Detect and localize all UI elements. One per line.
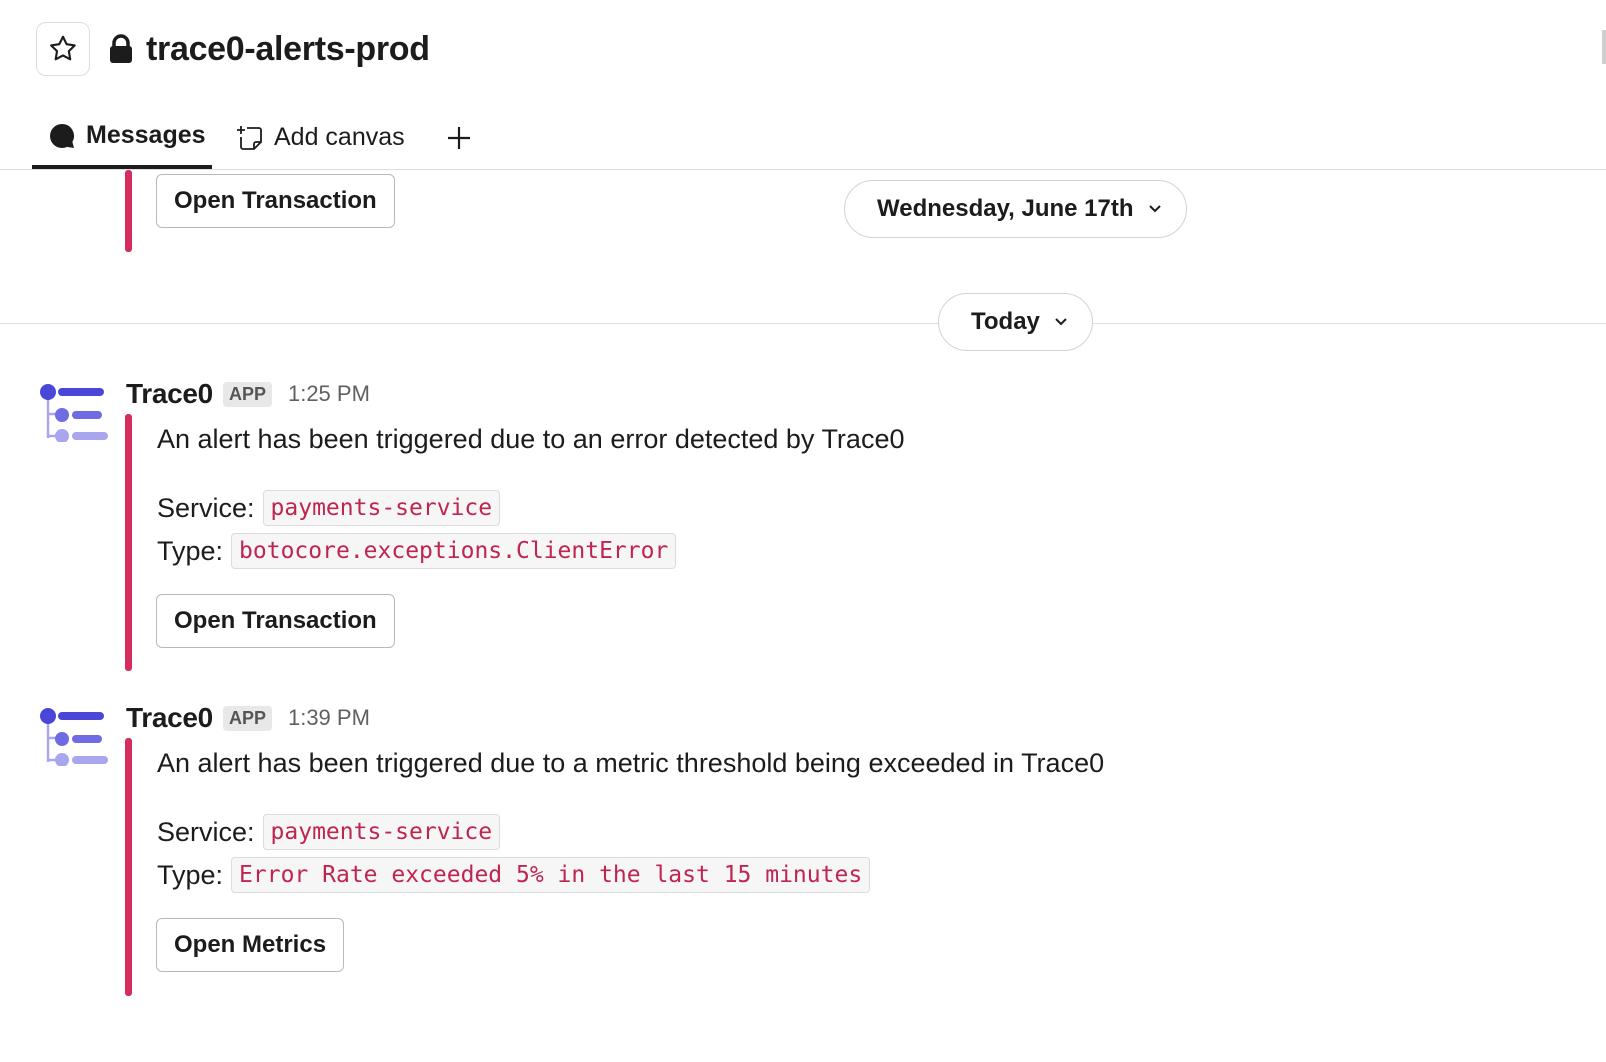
type-value: Error Rate exceeded 5% in the last 15 mi… — [231, 857, 871, 893]
message-bubble-icon — [48, 122, 76, 150]
button-label: Open Transaction — [174, 187, 377, 214]
add-tab-button[interactable] — [444, 106, 474, 169]
app-badge: APP — [222, 381, 272, 407]
button-label: Open Transaction — [174, 607, 377, 634]
message-text: An alert has been triggered due to a met… — [157, 748, 1105, 778]
lock-icon — [108, 33, 136, 65]
trace0-avatar-icon[interactable] — [38, 380, 110, 443]
message-timestamp[interactable]: 1:25 PM — [288, 381, 370, 407]
star-icon — [47, 33, 79, 65]
type-label: Type: — [157, 535, 224, 566]
star-channel-button[interactable] — [36, 22, 90, 76]
service-label: Service: — [157, 816, 255, 847]
open-transaction-button[interactable]: Open Transaction — [156, 594, 395, 648]
message-header: Trace0 APP 1:25 PM — [126, 377, 370, 411]
plus-icon — [446, 125, 472, 151]
type-field: Type: botocore.exceptions.ClientError — [157, 531, 677, 571]
type-value: botocore.exceptions.ClientError — [231, 533, 677, 569]
service-value: payments-service — [262, 490, 501, 526]
tab-add-canvas[interactable]: Add canvas — [236, 106, 405, 169]
sender-name[interactable]: Trace0 — [126, 702, 213, 734]
date-label: Wednesday, June 17th — [877, 195, 1134, 222]
message-timestamp[interactable]: 1:39 PM — [288, 705, 370, 731]
message-accent-bar — [125, 738, 132, 996]
tab-messages-label: Messages — [86, 121, 206, 149]
message-header: Trace0 APP 1:39 PM — [126, 701, 370, 735]
open-metrics-button[interactable]: Open Metrics — [156, 918, 345, 972]
channel-name: trace0-alerts-prod — [146, 29, 430, 68]
tab-messages[interactable]: Messages — [32, 106, 212, 169]
message-text: An alert has been triggered due to an er… — [157, 424, 905, 454]
service-field: Service: payments-service — [157, 488, 501, 528]
message-accent-bar — [125, 170, 132, 252]
date-divider-line — [0, 323, 1606, 324]
channel-title[interactable]: trace0-alerts-prod — [108, 26, 430, 72]
service-label: Service: — [157, 492, 255, 523]
chevron-down-icon — [1148, 204, 1162, 214]
date-label: Today — [971, 308, 1040, 335]
trace0-avatar-icon[interactable] — [38, 704, 110, 767]
type-field: Type: Error Rate exceeded 5% in the last… — [157, 855, 871, 895]
open-transaction-button[interactable]: Open Transaction — [156, 174, 395, 228]
date-divider-wednesday[interactable]: Wednesday, June 17th — [844, 180, 1187, 238]
service-field: Service: payments-service — [157, 812, 501, 852]
chevron-down-icon — [1054, 317, 1068, 327]
type-label: Type: — [157, 859, 224, 890]
sender-name[interactable]: Trace0 — [126, 378, 213, 410]
window-edge — [1602, 30, 1606, 64]
button-label: Open Metrics — [174, 931, 327, 958]
service-value: payments-service — [262, 814, 501, 850]
tab-add-canvas-label: Add canvas — [274, 123, 405, 151]
app-badge: APP — [222, 705, 272, 731]
date-divider-today[interactable]: Today — [938, 293, 1093, 351]
canvas-icon — [236, 124, 264, 152]
channel-tabs: Messages Add canvas — [0, 106, 1606, 170]
message-accent-bar — [125, 414, 132, 671]
